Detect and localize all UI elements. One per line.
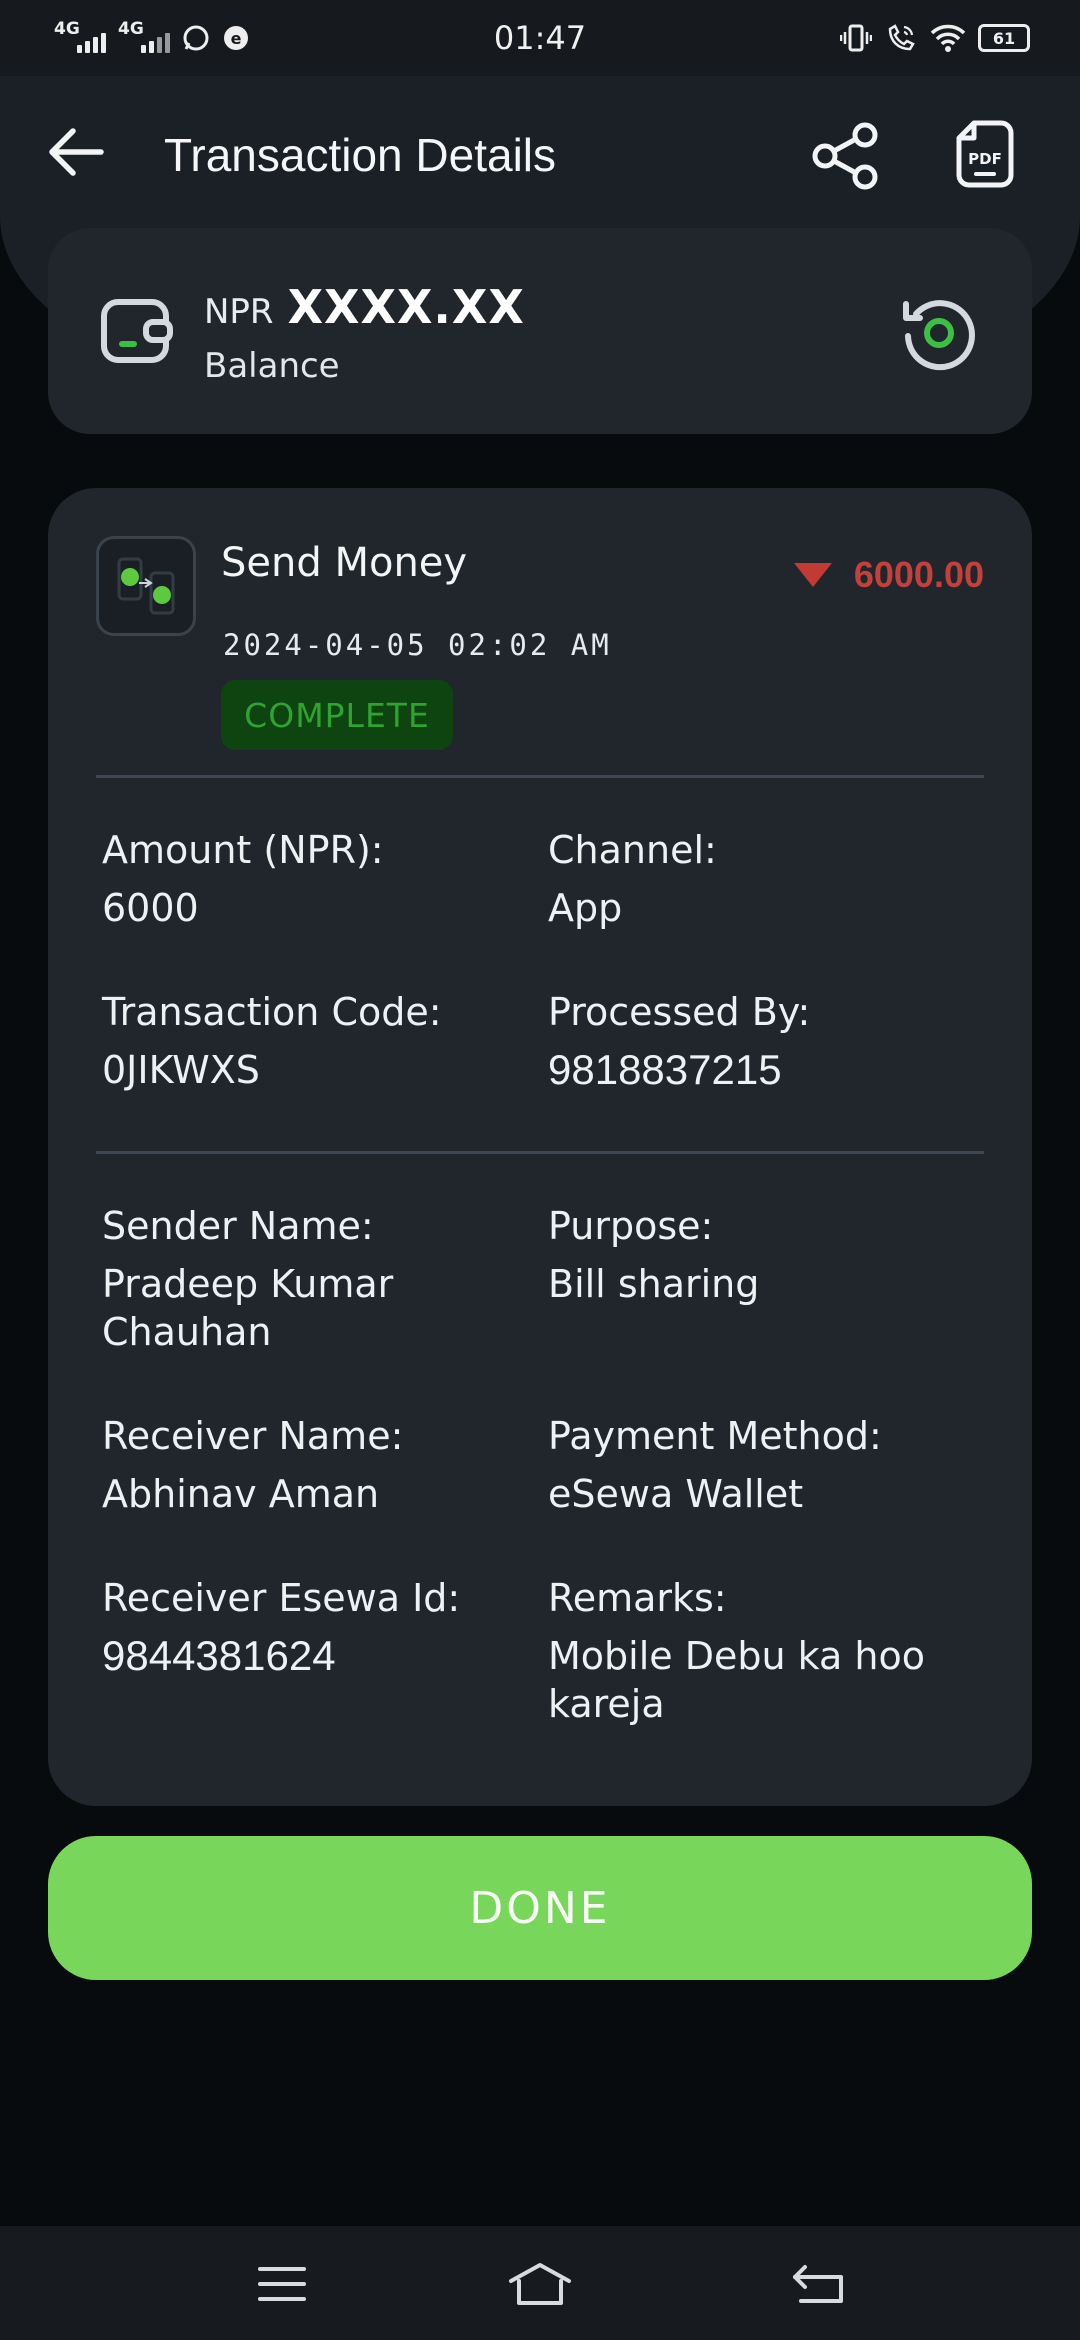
system-nav-bar <box>0 2226 1080 2340</box>
field-label: Receiver Name: <box>102 1414 404 1458</box>
network-type-2: 4G <box>118 19 144 39</box>
field-value: 6000 <box>102 886 199 930</box>
whatsapp-icon <box>183 25 209 51</box>
wallet-icon <box>101 299 173 363</box>
field-value: App <box>548 886 623 930</box>
home-icon <box>509 2263 571 2305</box>
field-value: eSewa Wallet <box>548 1472 804 1516</box>
status-badge: COMPLETE <box>221 680 453 750</box>
signal-icon-2: 4G <box>118 19 170 53</box>
field-remarks: Remarks: Mobile Debu ka hoo kareja <box>548 1574 988 1728</box>
field-sender-name: Sender Name: Pradeep Kumar Chauhan <box>102 1202 482 1356</box>
page-title: Transaction Details <box>164 129 557 181</box>
transaction-details-card: Send Money 2024-04-05 02:02 AM COMPLETE … <box>48 488 1032 1806</box>
status-time: 01:47 <box>493 19 587 57</box>
share-icon <box>812 122 878 190</box>
refresh-icon[interactable] <box>898 292 980 374</box>
field-label: Amount (NPR): <box>102 828 384 872</box>
field-receiver-esewa-id: Receiver Esewa Id: 9844381624 <box>102 1574 522 1680</box>
app-header: Transaction Details PDF <box>0 100 1080 210</box>
field-value: Pradeep Kumar Chauhan <box>102 1262 394 1354</box>
share-button[interactable] <box>808 118 884 194</box>
balance-amount-line: NPR XXXX.XX <box>204 280 525 334</box>
balance-amount: XXXX.XX <box>287 280 525 334</box>
field-label: Sender Name: <box>102 1204 374 1248</box>
field-label: Receiver Esewa Id: <box>102 1576 461 1620</box>
nav-back-icon <box>793 2265 843 2303</box>
signal-icon-1: 4G <box>54 19 106 53</box>
balance-label: Balance <box>204 346 340 386</box>
pdf-icon: PDF <box>956 120 1014 188</box>
done-button[interactable]: DONE <box>48 1836 1032 1980</box>
esewa-notification-icon: e <box>224 26 248 50</box>
home-button[interactable] <box>505 2256 575 2312</box>
divider <box>96 775 984 778</box>
field-transaction-code: Transaction Code: 0JIKWXS <box>102 988 522 1094</box>
menu-button[interactable] <box>247 2256 317 2312</box>
transaction-datetime: 2024-04-05 02:02 AM <box>223 628 612 662</box>
field-label: Payment Method: <box>548 1414 882 1458</box>
field-purpose: Purpose: Bill sharing <box>548 1202 968 1308</box>
debit-arrow-icon <box>793 563 832 587</box>
balance-currency: NPR <box>204 292 274 332</box>
svg-text:e: e <box>231 29 242 48</box>
transaction-amount: 6000.00 <box>853 554 984 595</box>
menu-icon <box>258 2267 306 2301</box>
back-button[interactable] <box>44 120 108 184</box>
transaction-amount-wrap: 6000.00 <box>793 554 984 596</box>
field-value: Bill sharing <box>548 1262 760 1306</box>
field-label: Channel: <box>548 828 717 872</box>
transaction-type: Send Money <box>221 540 468 586</box>
wifi-icon <box>930 24 966 52</box>
field-receiver-name: Receiver Name: Abhinav Aman <box>102 1412 522 1518</box>
send-money-icon <box>96 536 196 636</box>
field-label: Transaction Code: <box>102 990 442 1034</box>
field-value: Abhinav Aman <box>102 1472 380 1516</box>
vibrate-icon <box>840 24 872 52</box>
field-value: 0JIKWXS <box>102 1048 260 1092</box>
field-label: Remarks: <box>548 1576 727 1620</box>
wifi-calling-icon <box>888 24 915 51</box>
field-label: Purpose: <box>548 1204 714 1248</box>
battery-icon: 61 <box>978 24 1030 52</box>
field-value: Mobile Debu ka hoo kareja <box>548 1634 925 1726</box>
field-processed-by: Processed By: 9818837215 <box>548 988 968 1094</box>
divider <box>96 1151 984 1154</box>
status-right-icons: 61 <box>840 23 1030 53</box>
svg-text:PDF: PDF <box>968 150 1002 168</box>
pdf-download-button[interactable]: PDF <box>950 114 1020 194</box>
field-value: 9818837215 <box>548 1046 782 1093</box>
status-left-icons: 4G 4G e <box>54 19 250 53</box>
field-payment-method: Payment Method: eSewa Wallet <box>548 1412 968 1518</box>
field-label: Processed By: <box>548 990 811 1034</box>
field-channel: Channel: App <box>548 826 968 932</box>
field-amount: Amount (NPR): 6000 <box>102 826 522 932</box>
nav-back-button[interactable] <box>784 2256 854 2312</box>
status-bar: 4G 4G e 01:47 61 <box>0 0 1080 76</box>
field-value: 9844381624 <box>102 1632 336 1679</box>
balance-card: NPR XXXX.XX Balance <box>48 228 1032 434</box>
arrow-left-icon <box>49 128 104 176</box>
network-type-1: 4G <box>54 19 80 39</box>
